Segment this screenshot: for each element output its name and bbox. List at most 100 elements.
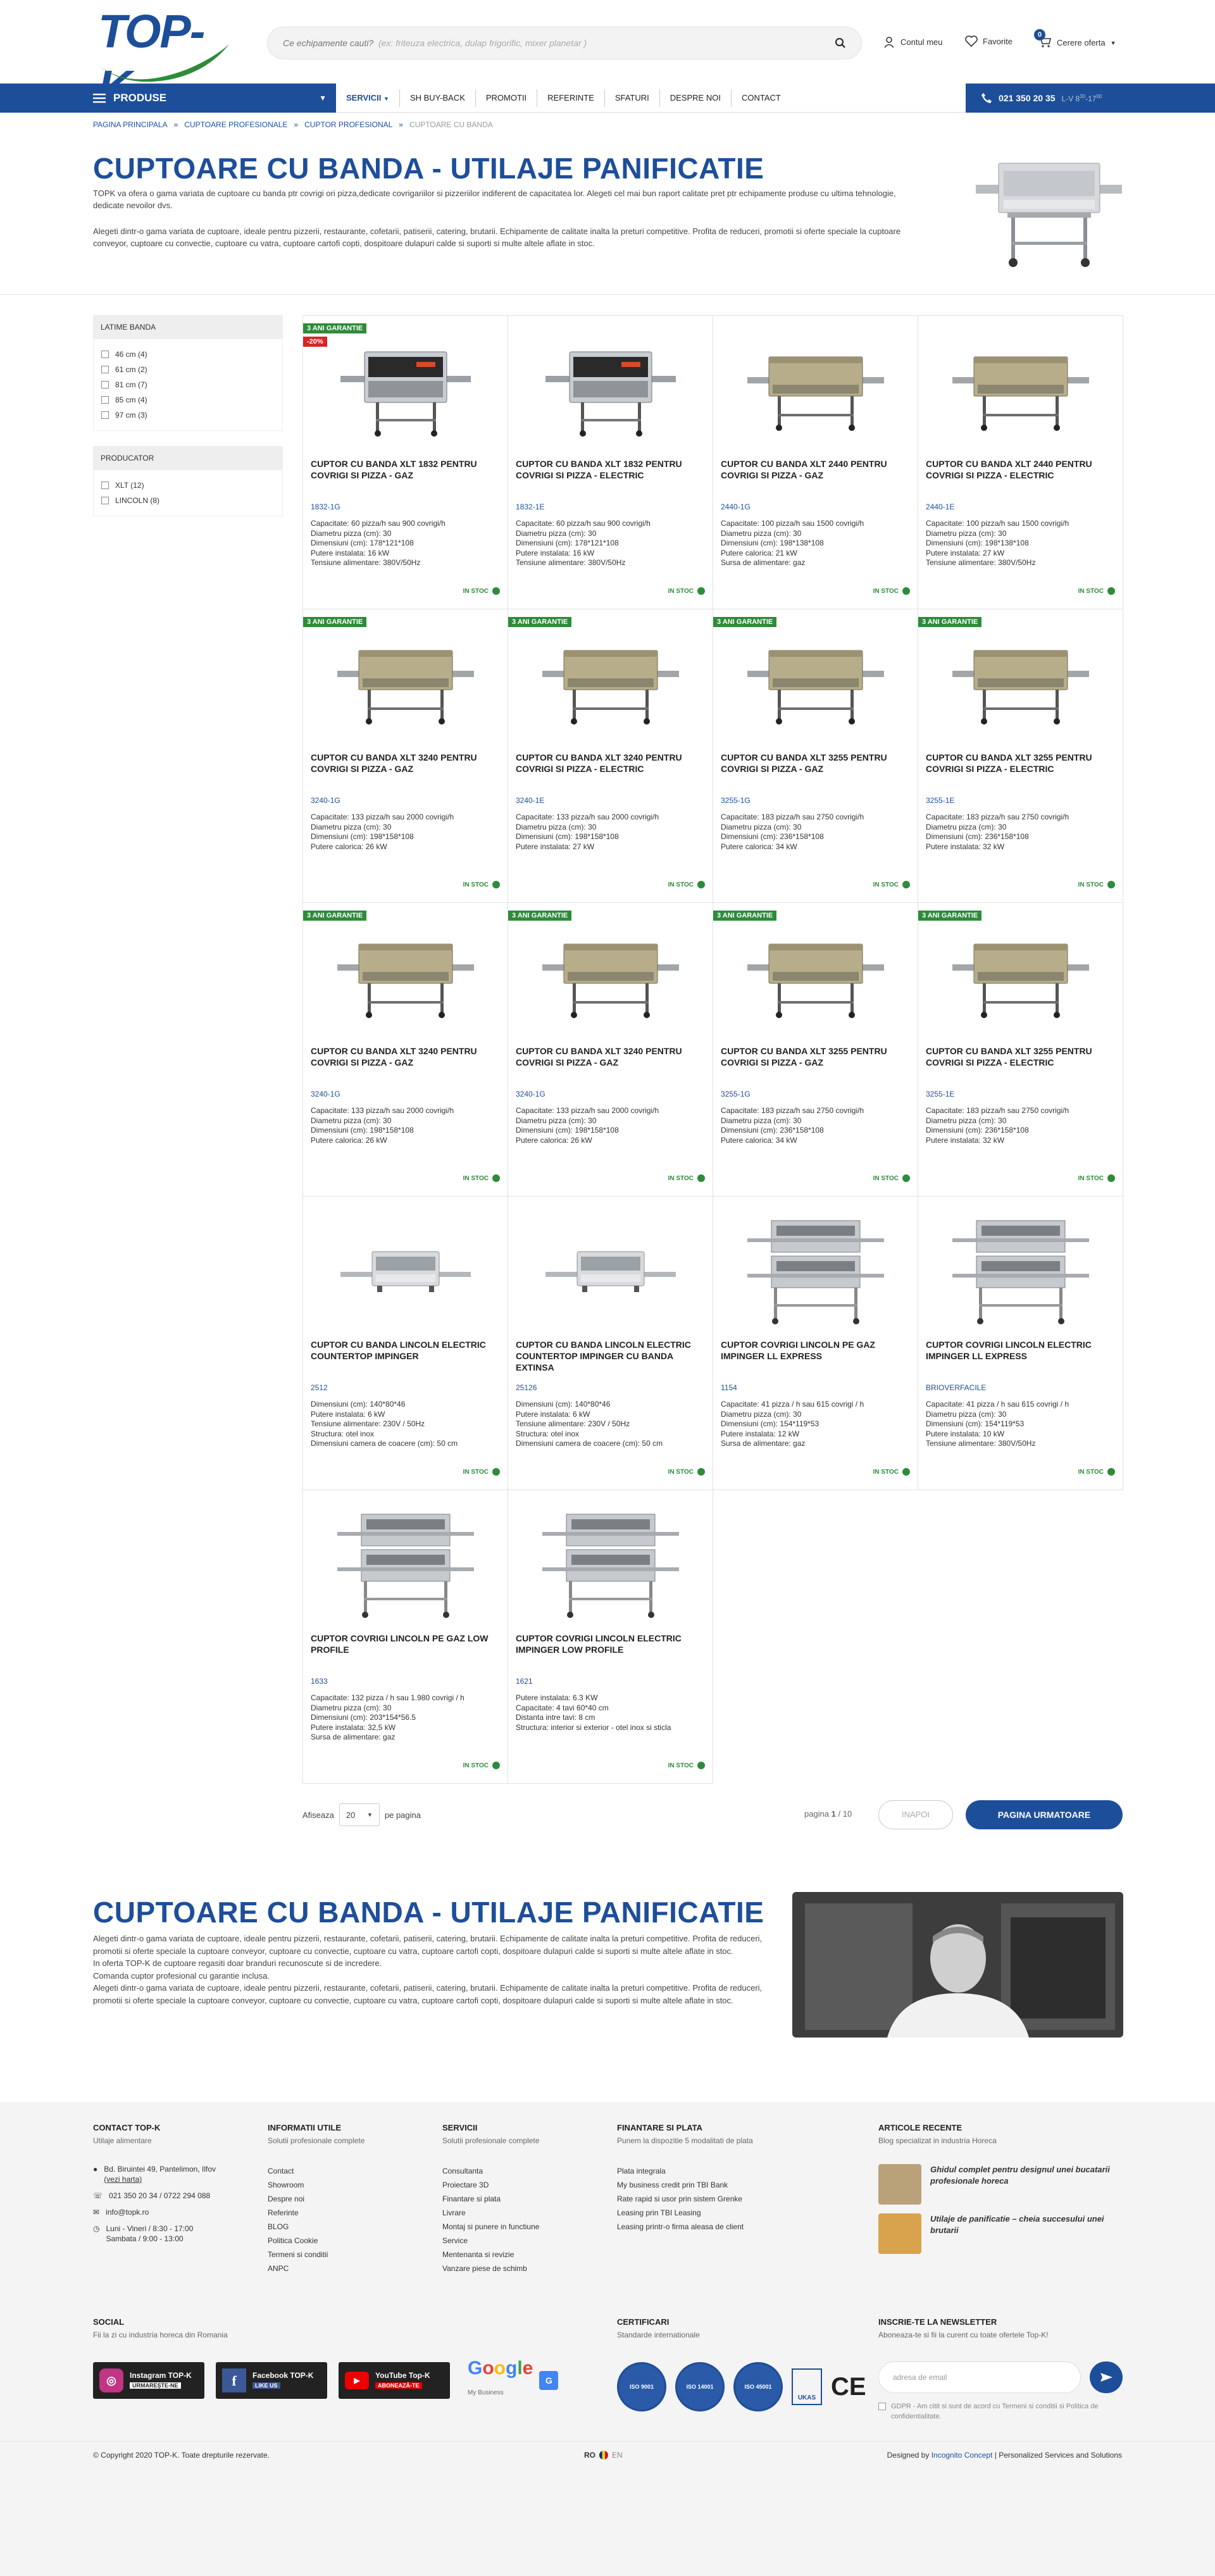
- instagram-button[interactable]: ◎ Instagram TOP-K URMAREȘTE-NE: [93, 2362, 204, 2399]
- product-card[interactable]: 3 ANI GARANTIE CUPTOR CU BANDA XLT 3255 P…: [713, 609, 918, 903]
- facebook-button[interactable]: f Facebook TOP-K LIKE US: [216, 2362, 327, 2399]
- nav-item-contact[interactable]: CONTACT: [732, 89, 791, 107]
- lang-ro[interactable]: RO: [584, 2451, 595, 2460]
- product-image[interactable]: [309, 322, 501, 458]
- product-name[interactable]: CUPTOR CU BANDA XLT 3240 PENTRU COVRIGI …: [514, 752, 706, 786]
- lang-en[interactable]: EN: [612, 2451, 623, 2460]
- product-name[interactable]: CUPTOR CU BANDA XLT 3255 PENTRU COVRIGI …: [925, 1045, 1116, 1080]
- footer-link[interactable]: Showroom: [268, 2178, 420, 2192]
- checkbox[interactable]: [101, 381, 109, 389]
- product-card[interactable]: CUPTOR COVRIGI LINCOLN ELECTRIC IMPINGER…: [508, 1490, 713, 1784]
- footer-link[interactable]: My business credit prin TBI Bank: [617, 2178, 832, 2192]
- product-card[interactable]: CUPTOR CU BANDA XLT 1832 PENTRU COVRIGI …: [508, 315, 713, 609]
- product-name[interactable]: CUPTOR CU BANDA XLT 1832 PENTRU COVRIGI …: [514, 458, 706, 492]
- product-card[interactable]: 3 ANI GARANTIE CUPTOR CU BANDA XLT 3255 P…: [713, 902, 918, 1197]
- filter-option[interactable]: 85 cm (4): [94, 392, 282, 408]
- product-name[interactable]: CUPTOR CU BANDA LINCOLN ELECTRIC COUNTER…: [514, 1339, 706, 1373]
- checkbox[interactable]: [101, 482, 109, 489]
- product-name[interactable]: CUPTOR CU BANDA LINCOLN ELECTRIC COUNTER…: [309, 1339, 501, 1373]
- footer-link[interactable]: Plata integrala: [617, 2164, 832, 2178]
- product-name[interactable]: CUPTOR CU BANDA XLT 3240 PENTRU COVRIGI …: [514, 1045, 706, 1080]
- search-bar[interactable]: Ce echipamente cauti? (ex: friteuza elec…: [267, 27, 862, 59]
- next-page-button[interactable]: PAGINA URMATOARE: [966, 1800, 1123, 1829]
- article-title[interactable]: Utilaje de panificatie – cheia succesulu…: [930, 2213, 1123, 2254]
- search-icon[interactable]: [835, 37, 846, 49]
- footer-link[interactable]: Livrare: [442, 2206, 607, 2220]
- breadcrumb-home[interactable]: PAGINA PRINCIPALA: [93, 120, 168, 129]
- checkbox[interactable]: [101, 366, 109, 373]
- product-image[interactable]: [514, 322, 706, 458]
- checkbox[interactable]: [101, 497, 109, 504]
- product-image[interactable]: [514, 909, 706, 1045]
- nav-item-referinte[interactable]: REFERINTE: [537, 89, 605, 107]
- product-name[interactable]: CUPTOR CU BANDA XLT 2440 PENTRU COVRIGI …: [720, 458, 911, 492]
- product-image[interactable]: [720, 322, 911, 458]
- google-business-button[interactable]: Google My Business G: [461, 2358, 573, 2399]
- product-name[interactable]: CUPTOR CU BANDA XLT 3255 PENTRU COVRIGI …: [720, 1045, 911, 1080]
- product-image[interactable]: [514, 616, 706, 752]
- gdpr-checkbox[interactable]: [878, 2403, 886, 2410]
- checkbox[interactable]: [101, 351, 109, 358]
- youtube-button[interactable]: ▶ YouTube Top-K ABONEAZĂ-TE: [339, 2362, 450, 2399]
- favorites-link[interactable]: Favorite: [965, 35, 1012, 47]
- footer-link[interactable]: Vanzare piese de schimb: [442, 2262, 607, 2275]
- product-name[interactable]: CUPTOR COVRIGI LINCOLN ELECTRIC IMPINGER…: [925, 1339, 1116, 1373]
- product-card[interactable]: CUPTOR COVRIGI LINCOLN ELECTRIC IMPINGER…: [918, 1196, 1123, 1490]
- checkbox[interactable]: [101, 396, 109, 404]
- footer-link[interactable]: Leasing prin TBI Leasing: [617, 2206, 832, 2220]
- product-card[interactable]: CUPTOR CU BANDA LINCOLN ELECTRIC COUNTER…: [508, 1196, 713, 1490]
- footer-link[interactable]: Leasing printr-o firma aleasa de client: [617, 2220, 832, 2234]
- nav-item-promotii[interactable]: PROMOTII: [476, 89, 538, 107]
- product-image[interactable]: [514, 1203, 706, 1339]
- email[interactable]: ✉ info@topk.ro: [93, 2207, 245, 2217]
- nav-item-despre-noi[interactable]: DESPRE NOI: [660, 89, 732, 107]
- product-name[interactable]: CUPTOR CU BANDA XLT 3240 PENTRU COVRIGI …: [309, 1045, 501, 1080]
- product-card[interactable]: 3 ANI GARANTIE CUPTOR CU BANDA XLT 3255 P…: [918, 609, 1123, 903]
- nav-item-servicii[interactable]: SERVICII ▼: [336, 89, 400, 107]
- footer-link[interactable]: BLOG: [268, 2220, 420, 2234]
- product-card[interactable]: CUPTOR CU BANDA LINCOLN ELECTRIC COUNTER…: [302, 1196, 508, 1490]
- prev-page-button[interactable]: INAPOI: [878, 1800, 953, 1829]
- product-name[interactable]: CUPTOR COVRIGI LINCOLN ELECTRIC IMPINGER…: [514, 1633, 706, 1667]
- product-name[interactable]: CUPTOR COVRIGI LINCOLN PE GAZ IMPINGER L…: [720, 1339, 911, 1373]
- breadcrumb-cuptor-profesional[interactable]: CUPTOR PROFESIONAL: [304, 120, 392, 129]
- product-card[interactable]: 3 ANI GARANTIE -20% CUPTOR CU BANDA XLT 18…: [302, 315, 508, 609]
- product-image[interactable]: [925, 909, 1116, 1045]
- product-image[interactable]: [514, 1496, 706, 1633]
- product-name[interactable]: CUPTOR CU BANDA XLT 3240 PENTRU COVRIGI …: [309, 752, 501, 786]
- product-card[interactable]: 3 ANI GARANTIE CUPTOR CU BANDA XLT 3240 P…: [302, 902, 508, 1197]
- designer-link[interactable]: Incognito Concept: [932, 2451, 993, 2460]
- filter-option[interactable]: 97 cm (3): [94, 408, 282, 423]
- product-name[interactable]: CUPTOR COVRIGI LINCOLN PE GAZ LOW PROFIL…: [309, 1633, 501, 1667]
- product-name[interactable]: CUPTOR CU BANDA XLT 3255 PENTRU COVRIGI …: [720, 752, 911, 786]
- checkbox[interactable]: [101, 411, 109, 419]
- product-image[interactable]: [925, 322, 1116, 458]
- product-image[interactable]: [925, 616, 1116, 752]
- article-item[interactable]: Ghidul complet pentru designul unei buca…: [878, 2164, 1123, 2205]
- filter-option[interactable]: LINCOLN (8): [94, 493, 282, 508]
- product-card[interactable]: CUPTOR COVRIGI LINCOLN PE GAZ IMPINGER L…: [713, 1196, 918, 1490]
- account-link[interactable]: Contul meu: [883, 35, 942, 48]
- nav-item-sfaturi[interactable]: SFATURI: [605, 89, 660, 107]
- product-card[interactable]: CUPTOR COVRIGI LINCOLN PE GAZ LOW PROFIL…: [302, 1490, 508, 1784]
- product-image[interactable]: [720, 909, 911, 1045]
- product-image[interactable]: [309, 1496, 501, 1633]
- footer-link[interactable]: Consultanta: [442, 2164, 607, 2178]
- footer-link[interactable]: Termeni si conditii: [268, 2248, 420, 2262]
- filter-option[interactable]: 61 cm (2): [94, 362, 282, 377]
- product-card[interactable]: 3 ANI GARANTIE CUPTOR CU BANDA XLT 3240 P…: [302, 609, 508, 903]
- article-item[interactable]: Utilaje de panificatie – cheia succesulu…: [878, 2213, 1123, 2254]
- footer-link[interactable]: ANPC: [268, 2262, 420, 2275]
- product-image[interactable]: [720, 616, 911, 752]
- product-name[interactable]: CUPTOR CU BANDA XLT 3255 PENTRU COVRIGI …: [925, 752, 1116, 786]
- product-card[interactable]: CUPTOR CU BANDA XLT 2440 PENTRU COVRIGI …: [713, 315, 918, 609]
- cart-link[interactable]: 0 Cerere oferta ▼: [1034, 29, 1116, 50]
- newsletter-submit-button[interactable]: [1090, 2361, 1123, 2393]
- product-image[interactable]: [309, 616, 501, 752]
- footer-link[interactable]: Referinte: [268, 2206, 420, 2220]
- search-input[interactable]: Ce echipamente cauti? (ex: friteuza elec…: [283, 38, 835, 48]
- gdpr-consent[interactable]: GDPR - Am citit si sunt de acord cu Term…: [878, 2401, 1123, 2422]
- product-image[interactable]: [309, 909, 501, 1045]
- nav-item-sh-buy-back[interactable]: SH BUY-BACK: [400, 89, 476, 107]
- product-image[interactable]: [309, 1203, 501, 1339]
